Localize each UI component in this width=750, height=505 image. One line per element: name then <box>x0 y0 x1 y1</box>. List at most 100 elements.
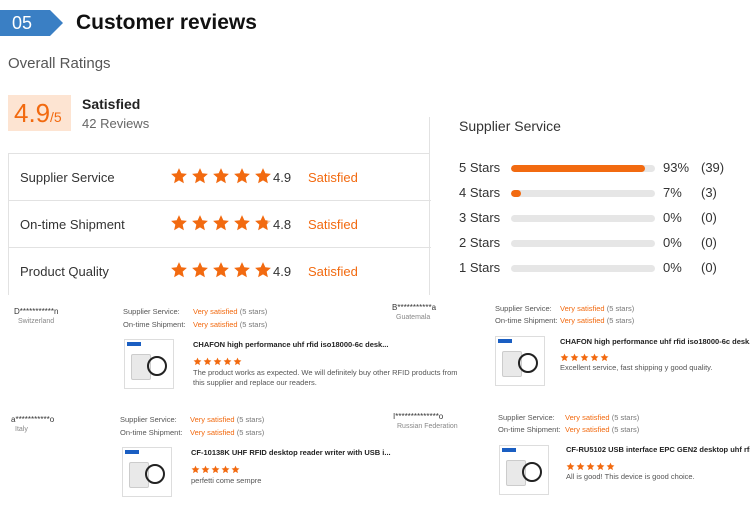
distribution-percent: 0% <box>663 235 682 250</box>
review-card: D***********n Switzerland Supplier Servi… <box>14 307 458 412</box>
product-title-link[interactable]: CF-10138K UHF RFID desktop reader writer… <box>191 448 391 457</box>
review-stars <box>566 458 616 471</box>
star-icon <box>233 353 242 366</box>
review-text: Excellent service, fast shipping y good … <box>560 363 713 372</box>
rating-status: Satisfied <box>308 217 358 232</box>
distribution-bar <box>511 190 655 197</box>
distribution-bar <box>511 215 655 222</box>
rating-stars <box>170 167 275 187</box>
product-title-link[interactable]: CF-RU5102 USB interface EPC GEN2 desktop… <box>566 445 750 454</box>
product-title-link[interactable]: CHAFON high performance uhf rfid iso1800… <box>560 337 750 346</box>
distribution-bar-fill <box>511 165 645 172</box>
star-icon <box>576 458 585 471</box>
distribution-count: (0) <box>701 210 717 225</box>
star-icon <box>212 214 230 234</box>
distribution-count: (3) <box>701 185 717 200</box>
rating-score: 4.9 <box>273 264 292 279</box>
star-icon <box>201 461 210 474</box>
distribution-row-2: 2 Stars 0% (0) <box>459 235 739 253</box>
distribution-label: 1 Stars <box>459 260 501 275</box>
star-icon <box>213 353 222 366</box>
rating-label: Product Quality <box>20 264 109 279</box>
star-icon <box>170 214 188 234</box>
product-thumbnail[interactable] <box>122 447 172 497</box>
star-icon <box>233 214 251 234</box>
reviewer-country: Switzerland <box>18 318 55 325</box>
meta-label: Supplier Service: <box>495 304 552 313</box>
star-icon <box>596 458 605 471</box>
meta-value: Very satisfied <box>193 320 238 329</box>
star-icon <box>606 458 615 471</box>
overall-score-max: /5 <box>50 109 62 125</box>
product-thumbnail[interactable] <box>499 445 549 495</box>
distribution-count: (39) <box>701 160 725 175</box>
rating-stars <box>170 261 275 281</box>
distribution-count: (0) <box>701 260 717 275</box>
product-thumbnail[interactable] <box>495 336 545 386</box>
meta-stars: (5 stars) <box>606 304 635 313</box>
star-icon <box>590 349 599 362</box>
overall-ratings-title: Overall Ratings <box>8 55 111 72</box>
star-icon <box>254 261 272 281</box>
rating-label: On-time Shipment <box>20 217 125 232</box>
distribution-percent: 7% <box>663 185 682 200</box>
star-icon <box>203 353 212 366</box>
distribution-percent: 93% <box>663 160 690 175</box>
brand-tag <box>125 450 139 454</box>
meta-label: On-time Shipment: <box>123 320 186 329</box>
rating-row-ontime-shipment: On-time Shipment 4.8 Satisfied <box>9 201 431 248</box>
overall-status: Satisfied <box>82 96 141 112</box>
meta-stars: (5 stars) <box>236 415 265 424</box>
usb-cable-icon <box>145 464 165 484</box>
meta-value: Very satisfied <box>193 307 238 316</box>
star-icon <box>566 458 575 471</box>
meta-value: Very satisfied <box>560 316 605 325</box>
rating-score: 4.9 <box>273 170 292 185</box>
distribution-row-3: 3 Stars 0% (0) <box>459 210 739 228</box>
reviewer-name: a***********o <box>11 415 55 424</box>
distribution-count: (0) <box>701 235 717 250</box>
star-icon <box>586 458 595 471</box>
star-icon <box>191 167 209 187</box>
review-ontime-shipment: On-time Shipment: Very satisfied (5 stars… <box>123 320 267 329</box>
meta-label: Supplier Service: <box>123 307 180 316</box>
distribution-row-4: 4 Stars 7% (3) <box>459 185 739 203</box>
meta-stars: (5 stars) <box>606 316 635 325</box>
distribution-bar <box>511 265 655 272</box>
meta-stars: (5 stars) <box>239 320 268 329</box>
meta-label: On-time Shipment: <box>120 428 183 437</box>
star-icon <box>560 349 569 362</box>
distribution-bar <box>511 165 655 172</box>
star-icon <box>193 353 202 366</box>
rating-status: Satisfied <box>308 264 358 279</box>
distribution-label: 3 Stars <box>459 210 501 225</box>
product-title-link[interactable]: CHAFON high performance uhf rfid iso1800… <box>193 340 388 349</box>
overall-score: 4.9 <box>14 98 51 128</box>
reviews-count: 42 Reviews <box>82 116 150 131</box>
reviewer-name: B***********a <box>392 303 437 312</box>
ratings-list: Supplier Service 4.9 Satisfied On-time S… <box>8 153 431 295</box>
review-stars <box>560 349 610 362</box>
distribution-title: Supplier Service <box>459 118 561 134</box>
meta-value: Very satisfied <box>565 413 610 422</box>
brand-tag <box>498 339 512 343</box>
rating-stars <box>170 214 275 234</box>
reviewer-name: I**************o <box>393 412 444 421</box>
meta-value: Very satisfied <box>190 415 235 424</box>
meta-label: Supplier Service: <box>498 413 555 422</box>
distribution-bar-fill <box>511 190 522 197</box>
reviewer-country: Russian Federation <box>397 423 458 430</box>
star-icon <box>212 167 230 187</box>
usb-cable-icon <box>147 356 167 376</box>
review-card: a***********o Italy Supplier Service: Ver… <box>11 415 391 505</box>
star-icon <box>254 214 272 234</box>
rating-label: Supplier Service <box>20 170 115 185</box>
vertical-divider <box>429 117 430 295</box>
review-supplier-service: Supplier Service: Very satisfied (5 stars… <box>123 307 267 316</box>
star-icon <box>233 261 251 281</box>
review-stars <box>191 461 241 474</box>
rating-status: Satisfied <box>308 170 358 185</box>
review-card: I**************o Russian Federation Supp… <box>393 412 750 505</box>
product-thumbnail[interactable] <box>124 339 174 389</box>
rating-row-product-quality: Product Quality 4.9 Satisfied <box>9 248 431 295</box>
